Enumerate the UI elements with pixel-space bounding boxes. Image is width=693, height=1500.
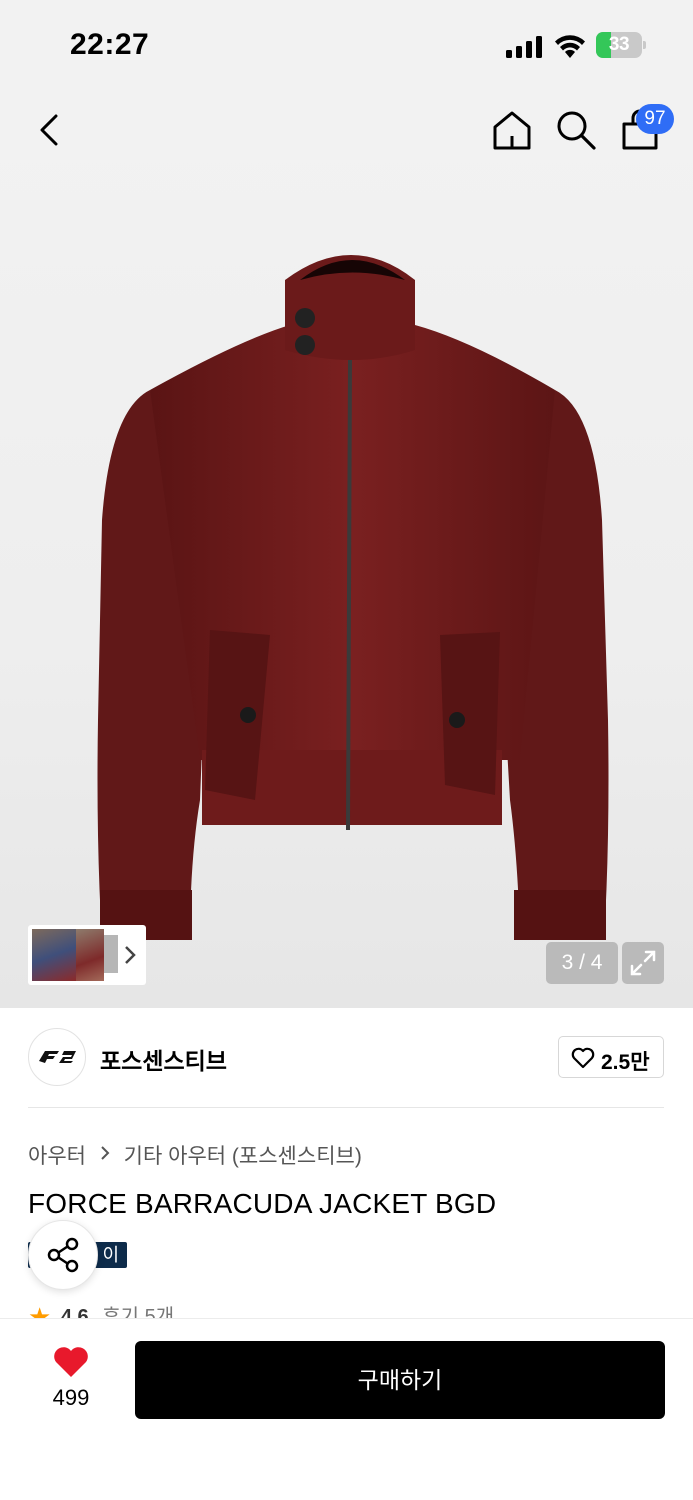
divider bbox=[28, 1107, 664, 1108]
brand-logo-mark bbox=[39, 1051, 76, 1063]
wifi-icon bbox=[555, 35, 585, 58]
product-title: FORCE BARRACUDA JACKET BGD bbox=[28, 1188, 497, 1219]
heart-outline-icon bbox=[571, 1047, 595, 1069]
wishlist-button[interactable]: 499 bbox=[28, 1341, 114, 1427]
breadcrumb: 아우터 기타 아우터 (포스센스티브) bbox=[28, 1140, 362, 1170]
status-bar: 22:27 33 bbox=[0, 0, 693, 90]
brand-row[interactable]: 포스센스티브 2.5만 bbox=[0, 1008, 693, 1108]
battery-percent: 33 bbox=[608, 34, 630, 55]
share-icon bbox=[47, 1237, 79, 1273]
wishlist-count: 499 bbox=[52, 1385, 90, 1410]
product-image-gallery[interactable]: 97 3 / 4 bbox=[0, 90, 693, 1008]
status-time: 22:27 bbox=[70, 28, 150, 61]
thumbnail-3[interactable] bbox=[104, 935, 118, 973]
brand-logo[interactable] bbox=[28, 1028, 86, 1086]
page-counter: 3 / 4 bbox=[546, 942, 618, 984]
expand-button[interactable] bbox=[622, 942, 664, 984]
signal-icon bbox=[506, 36, 542, 58]
thumbnail-strip[interactable] bbox=[28, 925, 146, 985]
chevron-right-icon bbox=[100, 1143, 116, 1166]
search-icon[interactable] bbox=[554, 108, 598, 152]
share-button[interactable] bbox=[28, 1220, 98, 1290]
brand-name[interactable]: 포스센스티브 bbox=[100, 1042, 227, 1076]
battery-icon: 33 bbox=[596, 32, 646, 58]
breadcrumb-subcategory[interactable]: 기타 아우터 (포스센스티브) bbox=[124, 1145, 362, 1168]
breadcrumb-category[interactable]: 아우터 bbox=[28, 1145, 86, 1168]
cart-count-badge: 97 bbox=[636, 104, 674, 134]
product-image bbox=[97, 255, 609, 940]
brand-like-count: 2.5만 bbox=[601, 1051, 650, 1074]
brand-like-button[interactable]: 2.5만 bbox=[558, 1036, 664, 1078]
bottom-action-bar: 499 구매하기 bbox=[0, 1318, 693, 1500]
heart-filled-icon bbox=[54, 1347, 88, 1377]
thumbnail-1[interactable] bbox=[32, 929, 76, 981]
back-icon[interactable] bbox=[30, 110, 70, 150]
home-icon[interactable] bbox=[490, 108, 534, 152]
thumbnail-2[interactable] bbox=[76, 929, 104, 981]
rating-row[interactable]: ★ 4.6 후기 5개 bbox=[28, 1300, 174, 1320]
chevron-right-icon[interactable] bbox=[122, 945, 138, 965]
buy-button[interactable]: 구매하기 bbox=[135, 1341, 665, 1419]
expand-icon bbox=[630, 950, 656, 976]
